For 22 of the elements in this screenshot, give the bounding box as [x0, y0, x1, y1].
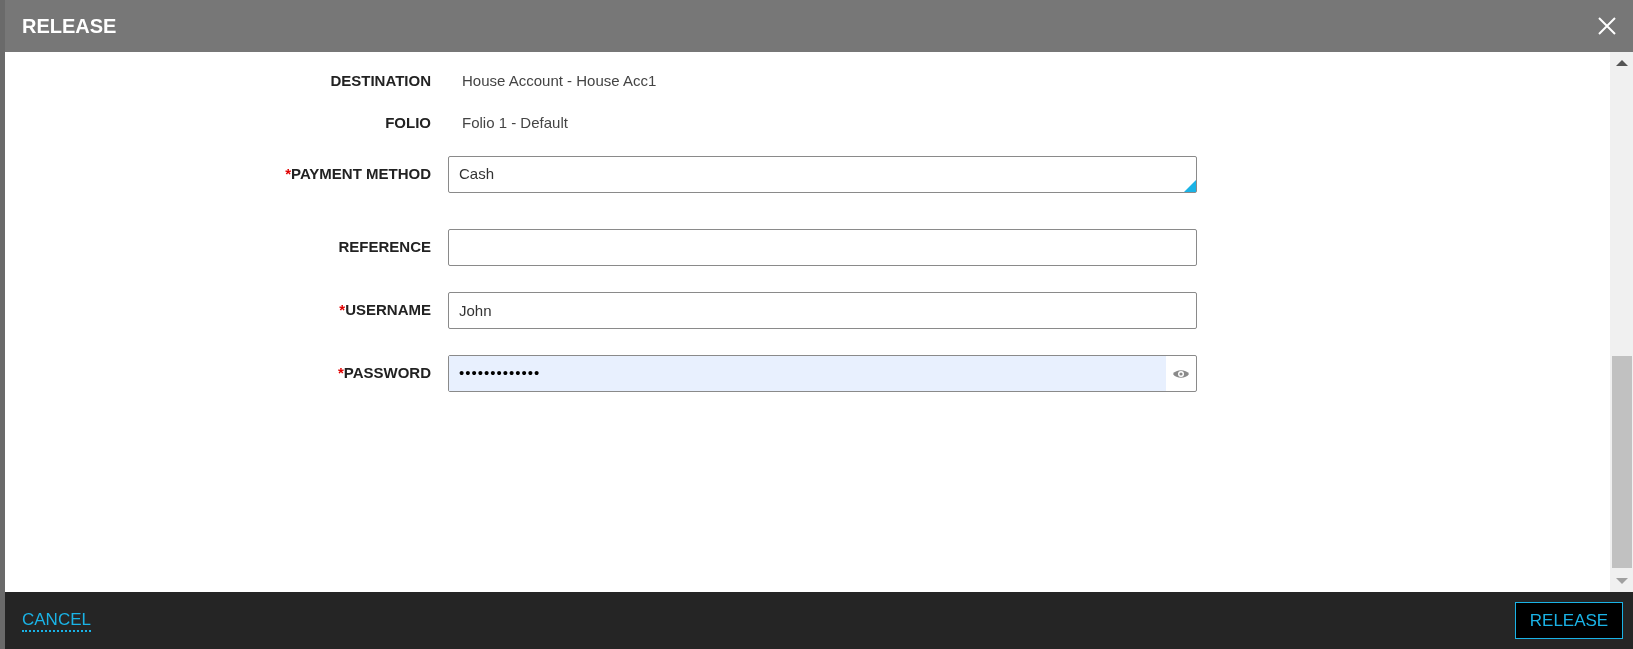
field-label: FOLIO	[384, 112, 432, 133]
dialog-title: RELEASE	[22, 14, 117, 39]
release-button[interactable]: RELEASE	[1515, 602, 1623, 639]
text-input-field[interactable]	[448, 229, 1197, 266]
scroll-thumb[interactable]	[1611, 356, 1632, 568]
field-label: *USERNAME	[338, 300, 432, 321]
field-label: DESTINATION	[329, 70, 432, 91]
scroll-up-icon[interactable]	[1615, 60, 1628, 66]
field-value: House Account - House Acc1	[461, 70, 657, 91]
cancel-link[interactable]: CANCEL	[22, 609, 91, 632]
field-label: *PAYMENT METHOD	[284, 164, 432, 185]
field-label: *PASSWORD	[336, 363, 432, 384]
eye-icon[interactable]	[1172, 367, 1190, 380]
password-field[interactable]: •••••••••••••	[448, 355, 1197, 392]
scroll-down-icon[interactable]	[1615, 578, 1628, 584]
payment-method-dropdown[interactable]: Cash	[448, 156, 1197, 193]
close-icon[interactable]	[1597, 16, 1617, 36]
text-input-field[interactable]: John	[448, 292, 1197, 329]
field-value: Folio 1 - Default	[461, 112, 568, 133]
corner-triangle-icon	[1184, 180, 1196, 192]
field-label: REFERENCE	[337, 237, 432, 258]
scrollbar[interactable]	[1610, 52, 1633, 592]
